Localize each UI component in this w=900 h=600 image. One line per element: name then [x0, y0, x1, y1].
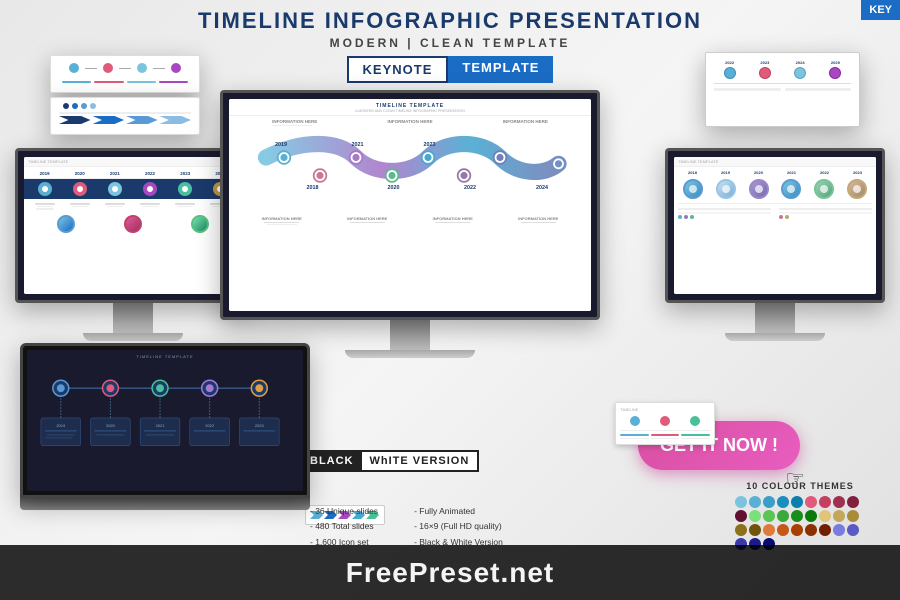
colour-dot	[791, 496, 803, 508]
colour-dot	[749, 496, 761, 508]
badge-row: KEYNOTE TEMPLATE	[0, 56, 900, 83]
watermark-text: FreePreset.net	[346, 557, 555, 589]
monitor-left-base	[83, 333, 183, 341]
badge-keynote: KEYNOTE	[347, 56, 449, 83]
monitor-right-content: TIMELINE TEMPLATE 2018 2019 2020 2021 20…	[674, 157, 876, 294]
svg-text:2023: 2023	[255, 423, 265, 428]
colour-dot	[847, 510, 859, 522]
laptop-content: TIMELINE TEMPLATE	[27, 350, 303, 491]
watermark: FreePreset.net	[0, 545, 900, 600]
svg-text:2022: 2022	[205, 423, 214, 428]
colour-dot	[819, 524, 831, 536]
colour-dot	[819, 496, 831, 508]
colour-dot	[833, 496, 845, 508]
colour-dot	[791, 524, 803, 536]
feature-2: 480 Total slides	[310, 519, 378, 534]
svg-text:2022: 2022	[464, 185, 476, 191]
colour-themes-title: 10 COLOUR THEMES	[735, 481, 865, 491]
colour-dot	[833, 510, 845, 522]
white-version-label: WhITE VERSION	[362, 452, 478, 470]
monitor-left-content: TIMELINE TEMPLATE 2019 2020 2021 2022 20…	[24, 157, 241, 294]
svg-text:2018: 2018	[307, 185, 319, 191]
monitor-right-base	[725, 333, 825, 341]
monitor-right-stand	[755, 303, 795, 333]
black-label: BLACK	[302, 452, 362, 470]
colour-dot	[763, 496, 775, 508]
small-right-slide: TIMELINE	[615, 402, 715, 446]
svg-text:2020: 2020	[106, 423, 116, 428]
laptop-screen: TIMELINE TEMPLATE	[20, 343, 310, 498]
monitor-center-base	[345, 350, 475, 358]
colour-dot	[805, 524, 817, 536]
svg-text:2019: 2019	[275, 142, 287, 148]
laptop: TIMELINE TEMPLATE	[20, 343, 310, 510]
svg-text:2020: 2020	[388, 185, 400, 191]
colour-dot	[735, 524, 747, 536]
monitor-center-content: TIMELINE TEMPLATE A MODERN AND CLEAN TIM…	[229, 99, 591, 311]
subtitle: MODERN | CLEAN TEMPLATE	[0, 36, 900, 50]
colour-grid	[735, 496, 865, 550]
features-col-2: Fully Animated 16×9 (Full HD quality) Bl…	[414, 504, 503, 550]
svg-text:2021: 2021	[156, 423, 166, 428]
main-title: TIMELINE INFOGRAPHIC PRESENTATION	[0, 8, 900, 34]
monitor-center-screen: TIMELINE TEMPLATE A MODERN AND CLEAN TIM…	[220, 90, 600, 320]
key-badge: KEY	[861, 0, 900, 20]
header: TIMELINE INFOGRAPHIC PRESENTATION MODERN…	[0, 8, 900, 83]
colour-dot	[777, 510, 789, 522]
monitor-left-screen: TIMELINE TEMPLATE 2019 2020 2021 2022 20…	[15, 148, 250, 303]
monitor-left: TIMELINE TEMPLATE 2019 2020 2021 2022 20…	[15, 148, 250, 341]
monitor-right: TIMELINE TEMPLATE 2018 2019 2020 2021 20…	[665, 148, 885, 341]
colour-dot	[777, 496, 789, 508]
colour-dot	[749, 524, 761, 536]
bw-version-badge: BLACK WhITE VERSION	[300, 450, 479, 472]
colour-dot	[833, 524, 845, 536]
colour-dot	[735, 510, 747, 522]
monitor-left-stand	[113, 303, 153, 333]
svg-text:2024: 2024	[536, 185, 548, 191]
svg-text:2023: 2023	[424, 142, 436, 148]
laptop-base	[20, 498, 310, 510]
colour-dot	[847, 496, 859, 508]
features-list: 36 Unique slides 480 Total slides 1,600 …	[310, 504, 519, 550]
colour-dot	[819, 510, 831, 522]
colour-themes-panel: 10 COLOUR THEMES	[735, 481, 865, 550]
colour-dot	[749, 510, 761, 522]
colour-dot	[847, 524, 859, 536]
feature-5: 16×9 (Full HD quality)	[414, 519, 503, 534]
colour-dot	[791, 510, 803, 522]
mini-slide-2	[50, 97, 200, 135]
svg-text:2019: 2019	[56, 423, 66, 428]
colour-dot	[763, 510, 775, 522]
monitor-right-screen: TIMELINE TEMPLATE 2018 2019 2020 2021 20…	[665, 148, 885, 303]
feature-4: Fully Animated	[414, 504, 503, 519]
colour-dot	[777, 524, 789, 536]
colour-dot	[763, 524, 775, 536]
colour-dot	[805, 510, 817, 522]
feature-1: 36 Unique slides	[310, 504, 378, 519]
monitor-center: TIMELINE TEMPLATE A MODERN AND CLEAN TIM…	[220, 90, 600, 358]
svg-text:2021: 2021	[352, 142, 364, 148]
features-col-1: 36 Unique slides 480 Total slides 1,600 …	[310, 504, 378, 550]
colour-dot	[735, 496, 747, 508]
badge-template: TEMPLATE	[448, 56, 553, 83]
colour-dot	[805, 496, 817, 508]
monitor-center-stand	[390, 320, 430, 350]
